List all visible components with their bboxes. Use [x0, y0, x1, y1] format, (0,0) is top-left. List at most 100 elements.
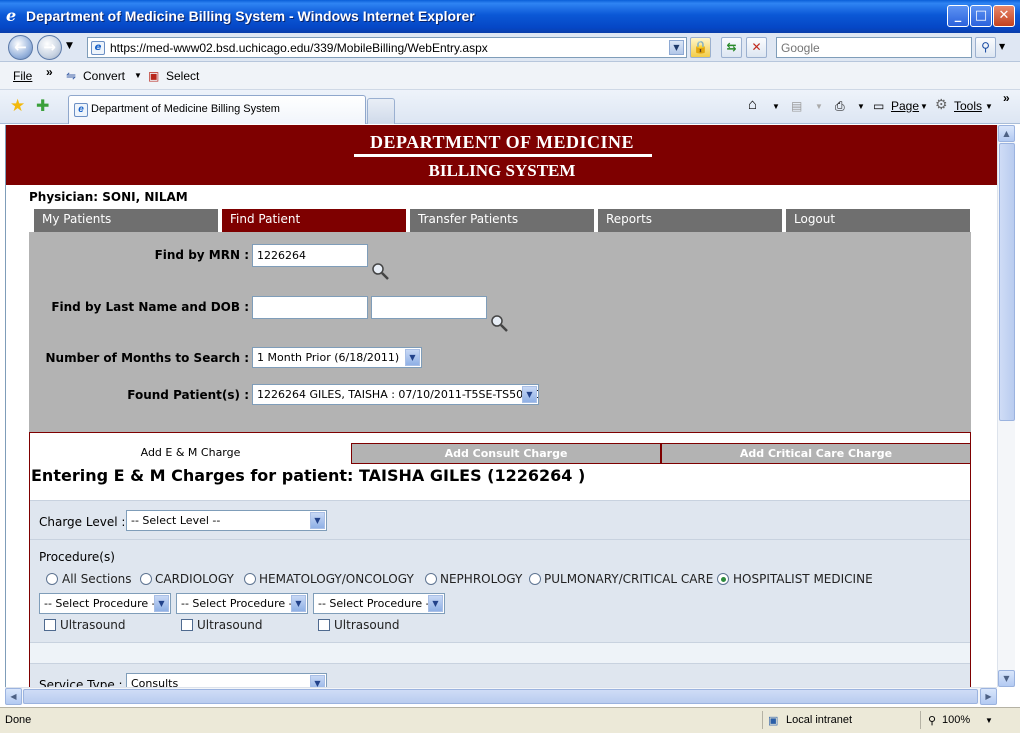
favorites-star-icon[interactable]: ★ [10, 96, 25, 116]
nav-my-patients[interactable]: My Patients [34, 209, 218, 232]
print-dropdown-icon[interactable]: ▼ [857, 102, 865, 111]
radio-label-hematology-oncology: HEMATOLOGY/ONCOLOGY [259, 572, 414, 586]
convert-icon: ⇋ [66, 69, 77, 83]
charge-level-select[interactable]: -- Select Level -- ▼ [126, 510, 327, 531]
status-divider-2 [920, 711, 921, 729]
tab-favicon-icon: e [74, 103, 88, 117]
refresh-button[interactable]: ⇆ [721, 37, 742, 58]
zoom-dropdown-icon[interactable]: ▼ [985, 716, 993, 725]
home-dropdown-icon[interactable]: ▼ [772, 102, 780, 111]
menu-select[interactable]: Select [166, 69, 199, 83]
header-banner: DEPARTMENT OF MEDICINE BILLING SYSTEM [6, 125, 997, 185]
tab-add-consult-charge[interactable]: Add Consult Charge [351, 443, 661, 464]
zoom-level[interactable]: 100% [942, 714, 970, 726]
radio-nephrology[interactable] [425, 573, 437, 585]
minimize-button[interactable]: _ [947, 5, 969, 27]
address-url[interactable]: https://med-www02.bsd.uchicago.edu/339/M… [110, 41, 488, 55]
ultrasound-checkbox-1[interactable] [44, 619, 56, 631]
page-dropdown-icon[interactable]: ▼ [920, 102, 928, 111]
service-type-label: Service Type : [39, 678, 123, 687]
convert-dropdown-icon[interactable]: ▼ [134, 71, 142, 80]
nav-logout[interactable]: Logout [786, 209, 970, 232]
nav-transfer-patients[interactable]: Transfer Patients [410, 209, 594, 232]
forward-button[interactable]: → [37, 35, 62, 60]
procedure-select-3[interactable]: -- Select Procedure -- ▼ [313, 593, 445, 614]
found-patient-value: 1226264 GILES, TAISHA : 07/10/2011-T5SE-… [257, 388, 539, 401]
horizontal-scroll-thumb[interactable] [23, 689, 978, 704]
tools-menu[interactable]: Tools [954, 99, 982, 113]
new-tab-button[interactable] [367, 98, 395, 124]
scroll-right-icon[interactable]: ▶ [980, 688, 997, 705]
feeds-dropdown-icon[interactable]: ▼ [815, 102, 823, 111]
nav-find-patient[interactable]: Find Patient [222, 209, 406, 232]
vertical-scrollbar[interactable]: ▲ ▼ [997, 125, 1015, 687]
scroll-up-icon[interactable]: ▲ [998, 125, 1015, 142]
procedure-select-3-dropdown-icon[interactable]: ▼ [428, 595, 443, 612]
service-type-dropdown-icon[interactable]: ▼ [310, 675, 325, 687]
found-patients-dropdown-icon[interactable]: ▼ [522, 386, 537, 403]
select-pdf-icon: ▣ [148, 69, 160, 83]
mrn-input[interactable]: 1226264 [252, 244, 368, 267]
toolbar-chevron-icon[interactable]: » [1003, 91, 1010, 105]
radio-hematology-oncology[interactable] [244, 573, 256, 585]
tab-add-critical-care-charge[interactable]: Add Critical Care Charge [661, 443, 971, 464]
menu-file[interactable]: File [13, 69, 32, 83]
scroll-down-icon[interactable]: ▼ [998, 670, 1015, 687]
name-dob-label: Find by Last Name and DOB : [51, 300, 249, 314]
last-name-input[interactable] [252, 296, 368, 319]
close-window-button[interactable]: ✕ [993, 5, 1015, 27]
print-icon[interactable]: ⎙ [835, 99, 845, 114]
found-patients-select[interactable]: 1226264 GILES, TAISHA : 07/10/2011-T5SE-… [252, 384, 539, 405]
radio-label-nephrology: NEPHROLOGY [440, 572, 523, 586]
horizontal-scrollbar[interactable]: ◀ ▶ [5, 687, 997, 705]
procedure-select-2[interactable]: -- Select Procedure -- ▼ [176, 593, 308, 614]
radio-cardiology[interactable] [140, 573, 152, 585]
ultrasound-checkbox-3[interactable] [318, 619, 330, 631]
radio-all-sections[interactable] [46, 573, 58, 585]
status-text: Done [5, 714, 32, 726]
search-input[interactable] [777, 38, 971, 57]
service-type-select[interactable]: Consults ▼ [126, 673, 327, 687]
menu-convert[interactable]: Convert [83, 69, 125, 83]
service-type-value: Consults [131, 677, 179, 687]
address-bar[interactable]: e https://med-www02.bsd.uchicago.edu/339… [87, 37, 687, 58]
radio-pulmonary-critical-care[interactable] [529, 573, 541, 585]
radio-hospitalist-medicine[interactable] [717, 573, 729, 585]
scroll-left-icon[interactable]: ◀ [5, 688, 22, 705]
ie-logo-icon: e [6, 6, 17, 25]
menu-chevron-icon[interactable]: » [46, 65, 53, 79]
charge-level-dropdown-icon[interactable]: ▼ [310, 512, 325, 529]
tools-dropdown-icon[interactable]: ▼ [985, 102, 993, 111]
back-button[interactable]: ← [8, 35, 33, 60]
search-name-dob-icon[interactable] [490, 314, 510, 334]
charge-level-section: Charge Level : -- Select Level -- ▼ [30, 500, 970, 539]
search-go-icon[interactable]: ⚲ [975, 37, 996, 58]
months-select[interactable]: 1 Month Prior (6/18/2011) ▼ [252, 347, 422, 368]
vertical-scroll-thumb[interactable] [999, 143, 1015, 421]
months-dropdown-icon[interactable]: ▼ [405, 349, 420, 366]
charge-heading: Entering E & M Charges for patient: TAIS… [31, 466, 586, 485]
feeds-icon[interactable]: ▤ [791, 99, 802, 113]
procedure-select-2-dropdown-icon[interactable]: ▼ [291, 595, 306, 612]
tab-add-em-charge[interactable]: Add E & M Charge [30, 443, 351, 464]
stop-button[interactable]: ✕ [746, 37, 767, 58]
search-mrn-icon[interactable] [371, 262, 391, 282]
nav-reports[interactable]: Reports [598, 209, 782, 232]
dob-input[interactable] [371, 296, 487, 319]
search-options-icon[interactable]: ▼ [999, 42, 1005, 51]
tab-billing-system[interactable]: e Department of Medicine Billing System [68, 95, 366, 124]
add-favorites-icon[interactable]: ✚ [36, 96, 49, 116]
security-lock-icon[interactable]: 🔒 [690, 37, 711, 58]
banner-divider [354, 154, 652, 157]
status-bar: Done ▣ Local intranet ⚲ 100% ▼ [0, 707, 1020, 733]
procedure-select-1[interactable]: -- Select Procedure -- ▼ [39, 593, 171, 614]
search-box[interactable] [776, 37, 972, 58]
home-icon[interactable]: ⌂ [748, 96, 757, 113]
address-dropdown-icon[interactable]: ▼ [669, 40, 684, 55]
ultrasound-checkbox-2[interactable] [181, 619, 193, 631]
procedure-select-1-dropdown-icon[interactable]: ▼ [154, 595, 169, 612]
maximize-button[interactable]: □ [970, 5, 992, 27]
history-dropdown-icon[interactable]: ▼ [66, 41, 73, 51]
address-toolbar: ← → ▼ e https://med-www02.bsd.uchicago.e… [0, 33, 1020, 62]
page-menu[interactable]: Page [891, 99, 919, 113]
